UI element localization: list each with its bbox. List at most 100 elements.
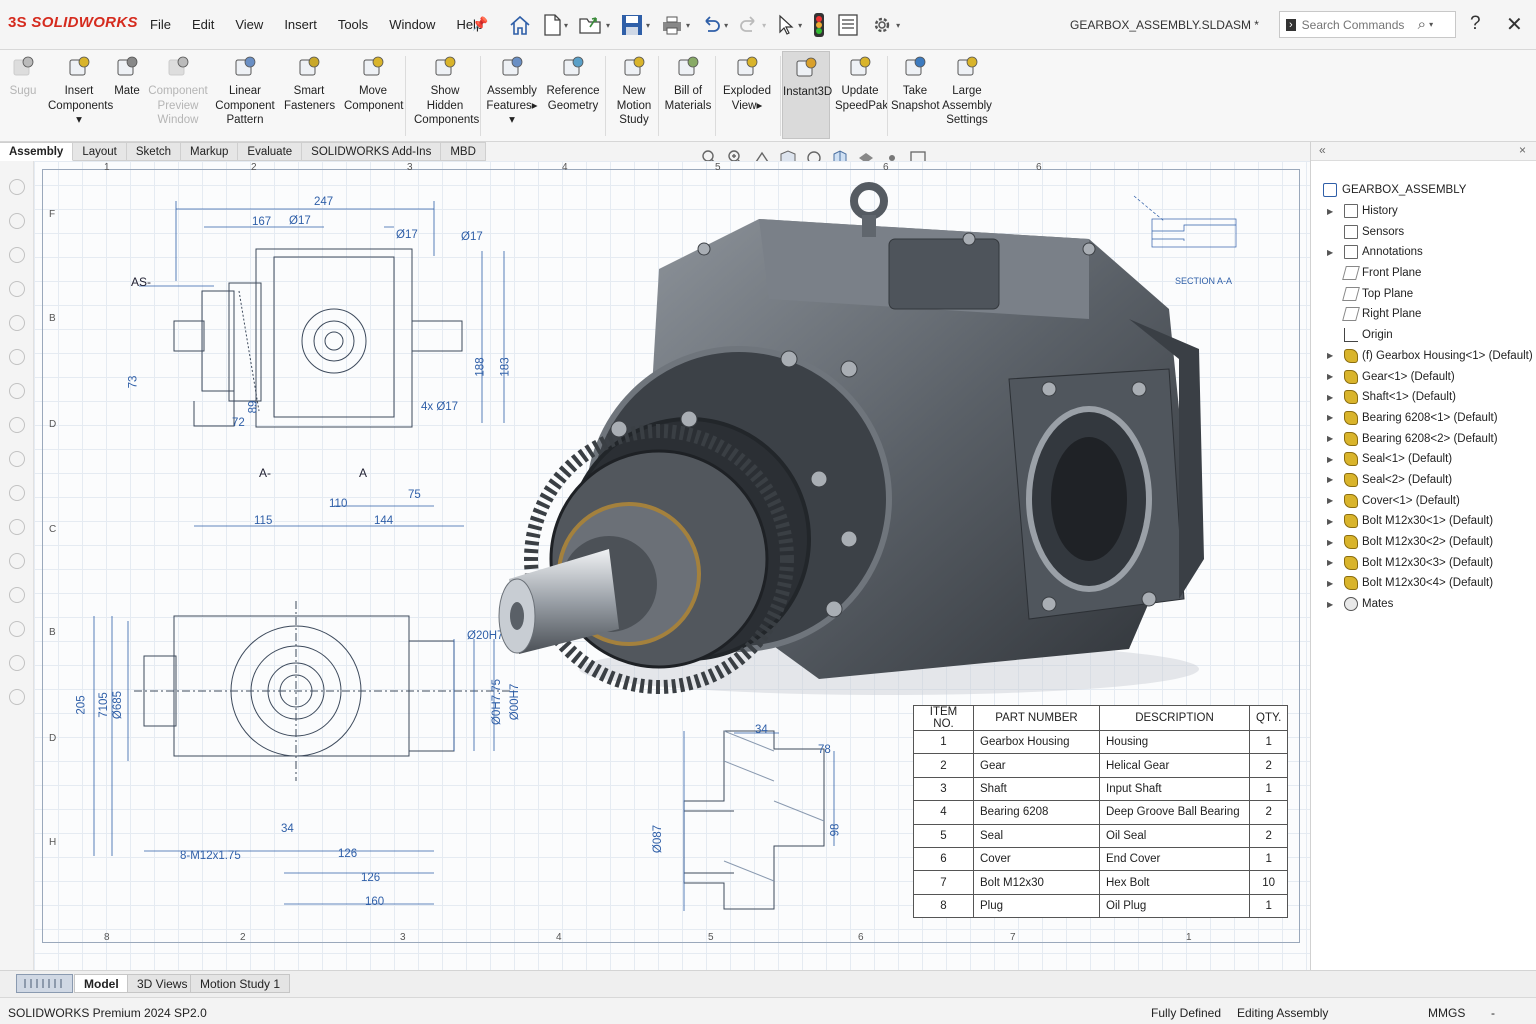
tree-item-bolt-m12x30-3-default[interactable]: ▶ Bolt M12x30<3> (Default) [1311, 552, 1536, 573]
dimension-label[interactable]: 89 [247, 401, 259, 414]
help-icon[interactable]: ? [1470, 13, 1481, 35]
search-dropdown-arrow[interactable]: ▾ [1429, 20, 1433, 29]
expand-arrow-icon[interactable]: ▶ [1327, 600, 1333, 609]
tree-item-bearing-6208-1-default[interactable]: ▶ Bearing 6208<1> (Default) [1311, 408, 1536, 429]
expand-arrow-icon[interactable]: ▶ [1327, 455, 1333, 464]
exploded-view-button[interactable]: Exploded View▸ [720, 54, 774, 113]
left-tool-icon[interactable] [9, 485, 25, 501]
dimension-label[interactable]: 98 [829, 824, 841, 837]
dimension-label[interactable]: 75 [408, 489, 421, 501]
left-tool-icon[interactable] [9, 621, 25, 637]
expand-arrow-icon[interactable]: ▶ [1327, 372, 1333, 381]
unit-system[interactable]: MMGS [1428, 1006, 1465, 1020]
dimension-label[interactable]: 115 [254, 515, 272, 527]
tree-item-shaft-1-default[interactable]: ▶ Shaft<1> (Default) [1311, 387, 1536, 408]
dimension-label[interactable]: Ø17 [461, 231, 483, 243]
dimension-label[interactable]: 205 [76, 695, 88, 714]
print-button[interactable]: ▾ [660, 14, 690, 36]
search-commands[interactable]: › ⌕ ▾ [1279, 11, 1456, 38]
tab-evaluate[interactable]: Evaluate [238, 142, 303, 161]
bill-of-materials-table[interactable]: ITEM NO. PART NUMBER DESCRIPTION QTY. 1 Gearb… [913, 705, 1289, 919]
tree-item-cover-1-default[interactable]: ▶ Cover<1> (Default) [1311, 490, 1536, 511]
dimension-label[interactable]: 126 [338, 848, 357, 860]
expand-arrow-icon[interactable]: ▶ [1327, 413, 1333, 422]
left-tool-icon[interactable] [9, 689, 25, 705]
expand-arrow-icon[interactable]: ▶ [1327, 393, 1333, 402]
dimension-label[interactable]: 8-M12x1.75 [180, 850, 241, 862]
bom-row[interactable]: 2 Gear Helical Gear 2 [913, 753, 1289, 778]
tree-item-f-gearbox-housing-1-default[interactable]: ▶ (f) Gearbox Housing<1> (Default) [1311, 346, 1536, 367]
smart-fasteners-button[interactable]: Smart Fasteners [284, 54, 335, 113]
save-button[interactable]: ▾ [620, 13, 650, 37]
pin-icon[interactable]: 📌 [472, 16, 488, 32]
close-panel-icon[interactable]: × [1519, 143, 1526, 157]
tree-item-sensors[interactable]: Sensors [1311, 221, 1536, 242]
undo-button[interactable]: ▾ [700, 15, 728, 35]
instant3d-button[interactable]: Instant3D [782, 51, 832, 139]
expand-arrow-icon[interactable]: ▶ [1327, 351, 1333, 360]
dimension-label[interactable]: 167 [252, 216, 271, 228]
move-component-button[interactable]: Move Component [344, 54, 403, 113]
tab-assembly[interactable]: Assembly [0, 142, 74, 161]
unit-system-dropdown[interactable]: - [1491, 1006, 1495, 1020]
tree-item-bolt-m12x30-4-default[interactable]: ▶ Bolt M12x30<4> (Default) [1311, 573, 1536, 594]
tab-sketch[interactable]: Sketch [126, 142, 182, 161]
dimension-label[interactable]: 78 [818, 744, 831, 756]
tree-item-seal-2-default[interactable]: ▶ Seal<2> (Default) [1311, 470, 1536, 491]
tree-item-mates[interactable]: ▶ Mates [1311, 594, 1536, 615]
close-icon[interactable]: ✕ [1506, 12, 1523, 37]
search-input[interactable] [1301, 17, 1418, 32]
expand-arrow-icon[interactable]: ▶ [1327, 434, 1333, 443]
gearbox-3d-model[interactable] [489, 179, 1209, 699]
graphics-area[interactable]: 123456682345671FBDCBDH 247 167 Ø17 Ø17 Ø… [34, 161, 1310, 970]
expand-arrow-icon[interactable]: ▶ [1327, 475, 1333, 484]
dimension-label[interactable]: 34 [755, 724, 768, 736]
tree-item-bolt-m12x30-1-default[interactable]: ▶ Bolt M12x30<1> (Default) [1311, 511, 1536, 532]
dimension-label[interactable]: 144 [374, 515, 393, 527]
menu-edit[interactable]: Edit [192, 17, 214, 32]
collapse-panel-icon[interactable]: « [1319, 143, 1326, 157]
show-hidden-components-button[interactable]: Show Hidden Components [414, 54, 479, 128]
dimension-label[interactable]: 188 [475, 357, 487, 376]
expand-arrow-icon[interactable]: ▶ [1327, 517, 1333, 526]
solidworks-logo[interactable]: 3S SOLIDWORKS [8, 14, 138, 31]
dimension-label[interactable]: 73 [127, 376, 139, 389]
menu-tools[interactable]: Tools [338, 17, 368, 32]
tab-model[interactable]: Model [74, 974, 129, 993]
tree-root-assembly[interactable]: GEARBOX_ASSEMBLY [1311, 180, 1536, 201]
left-tool-icon[interactable] [9, 281, 25, 297]
tree-item-gear-1-default[interactable]: ▶ Gear<1> (Default) [1311, 366, 1536, 387]
assembly-features-button[interactable]: Assembly Features▸ ▾ [486, 54, 538, 128]
dimension-label[interactable]: 34 [281, 823, 294, 835]
tree-item-history[interactable]: ▶ History [1311, 201, 1536, 222]
new-motion-study-button[interactable]: New Motion Study [613, 54, 655, 128]
expand-arrow-icon[interactable]: ▶ [1327, 496, 1333, 505]
redo-button[interactable]: ▾ [738, 15, 766, 35]
new-document-button[interactable]: ▾ [542, 13, 568, 37]
open-button[interactable]: ▾ [578, 14, 610, 36]
dimension-label[interactable]: 7105 [98, 692, 110, 718]
left-tool-icon[interactable] [9, 179, 25, 195]
expand-arrow-icon[interactable]: ▶ [1327, 248, 1333, 257]
tree-item-right-plane[interactable]: Right Plane [1311, 304, 1536, 325]
rebuild-button[interactable] [812, 12, 826, 38]
left-tool-icon[interactable] [9, 349, 25, 365]
expand-arrow-icon[interactable]: ▶ [1327, 538, 1333, 547]
left-tool-icon[interactable] [9, 417, 25, 433]
left-tool-icon[interactable] [9, 213, 25, 229]
left-tool-icon[interactable] [9, 587, 25, 603]
menu-view[interactable]: View [235, 17, 263, 32]
insert-components-button[interactable]: Insert Components ▾ [48, 54, 113, 128]
left-tool-icon[interactable] [9, 383, 25, 399]
tree-item-bearing-6208-2-default[interactable]: ▶ Bearing 6208<2> (Default) [1311, 428, 1536, 449]
left-tool-icon[interactable] [9, 553, 25, 569]
bom-row[interactable]: 6 Cover End Cover 1 [913, 846, 1289, 872]
expand-arrow-icon[interactable]: ▶ [1327, 558, 1333, 567]
expand-arrow-icon[interactable]: ▶ [1327, 207, 1333, 216]
tree-item-origin[interactable]: Origin [1311, 325, 1536, 346]
left-tool-icon[interactable] [9, 315, 25, 331]
tree-item-top-plane[interactable]: Top Plane [1311, 283, 1536, 304]
left-tool-icon[interactable] [9, 451, 25, 467]
mate-button[interactable]: Mate [110, 54, 144, 99]
tab-scroll-control[interactable] [16, 974, 73, 993]
